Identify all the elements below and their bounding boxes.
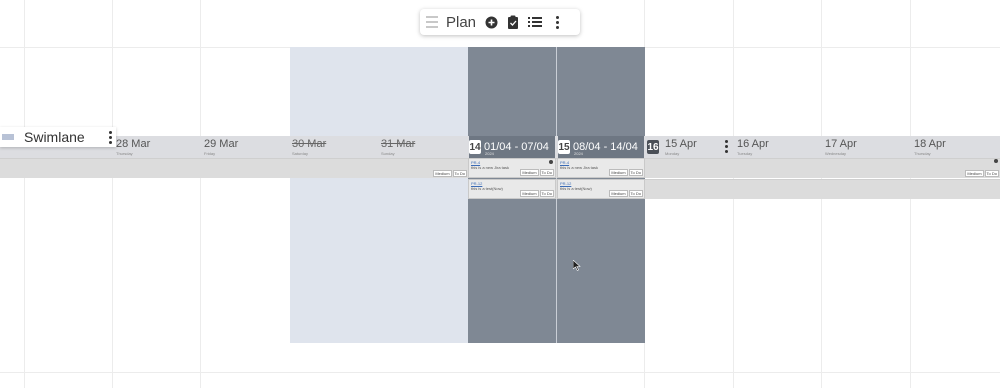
status-badge: To Do <box>539 169 554 176</box>
sprint-year: 2024 <box>485 151 494 156</box>
swimlane-label: Swimlane <box>24 129 85 145</box>
priority-badge: Medium <box>433 170 452 177</box>
task-card[interactable]: Medium To Do <box>380 158 468 178</box>
day-weekday: Saturday <box>292 151 309 156</box>
grid-line <box>112 0 113 388</box>
task-card[interactable]: PR-12 this is a test(Now) Medium To Do <box>557 179 645 199</box>
task-menu-icon[interactable] <box>994 159 998 163</box>
priority-badge: Medium <box>520 169 539 176</box>
plan-toolbar: Plan <box>420 9 580 35</box>
weekend-column <box>290 47 468 343</box>
clipboard-icon[interactable] <box>506 15 520 29</box>
day-date: 17 Apr <box>825 138 857 150</box>
day-header[interactable]: 18 Apr Thursday <box>914 136 1000 158</box>
sprint-header-14[interactable]: 14 01/04 - 07/04 2024 <box>469 136 555 158</box>
sprint-header-15[interactable]: 15 08/04 - 14/04 2024 <box>558 136 644 158</box>
status-badge: To Do <box>539 190 554 197</box>
grid-line <box>200 0 201 388</box>
day-menu-icon[interactable] <box>724 140 728 153</box>
plan-title: Plan <box>446 13 477 31</box>
day-weekday: Friday <box>204 151 216 156</box>
day-header[interactable]: 17 Apr Wednesday <box>825 136 911 158</box>
task-card[interactable]: PR-4 this is a new Jira task Medium To D… <box>468 158 556 178</box>
day-header[interactable]: 29 Mar Friday <box>204 136 290 158</box>
day-date: 31 Mar <box>381 138 416 150</box>
mouse-cursor-icon <box>572 258 581 276</box>
sprint-number: 14 <box>469 140 481 154</box>
day-date: 15 Apr <box>665 138 697 150</box>
status-badge: To Do <box>984 170 999 177</box>
sprint-number: 16 <box>647 140 659 154</box>
swimlane-header[interactable]: Swimlane <box>0 127 116 147</box>
status-badge: To Do <box>628 169 643 176</box>
task-card[interactable]: PR-12 this is a test(Now) Medium To Do <box>468 179 556 199</box>
swimlane-color-icon <box>2 134 14 140</box>
day-weekday: Tuesday <box>737 151 753 156</box>
day-header[interactable]: 30 Mar Saturday <box>292 136 378 158</box>
task-menu-icon[interactable] <box>549 160 553 164</box>
status-badge: To Do <box>628 190 643 197</box>
sprint-header-16[interactable]: 16 <box>647 136 663 158</box>
day-header[interactable]: 16 Apr Tuesday <box>737 136 823 158</box>
day-date: 29 Mar <box>204 138 239 150</box>
more-vertical-icon[interactable] <box>550 15 564 29</box>
day-date: 28 Mar <box>116 138 151 150</box>
day-weekday: Thursday <box>914 151 931 156</box>
priority-badge: Medium <box>520 190 539 197</box>
swimlane-menu-icon[interactable] <box>108 130 112 144</box>
sprint-year: 2024 <box>574 151 583 156</box>
sprint-number: 15 <box>558 140 570 154</box>
day-date: 18 Apr <box>914 138 946 150</box>
drag-handle-icon[interactable] <box>426 16 438 28</box>
task-card[interactable]: Medium To Do <box>910 158 1000 178</box>
add-circle-icon[interactable] <box>484 15 498 29</box>
day-weekday: Monday <box>665 151 680 156</box>
priority-badge: Medium <box>609 190 628 197</box>
day-weekday: Thursday <box>116 151 133 156</box>
day-date: 16 Apr <box>737 138 769 150</box>
day-date: 30 Mar <box>292 138 327 150</box>
grid-line <box>24 0 25 388</box>
day-header[interactable]: 31 Mar Sunday <box>381 136 467 158</box>
day-weekday: Wednesday <box>825 151 847 156</box>
list-icon[interactable] <box>528 15 543 29</box>
priority-badge: Medium <box>609 169 628 176</box>
day-header[interactable]: 28 Mar Thursday <box>116 136 202 158</box>
day-header[interactable]: 15 Apr Monday <box>665 136 725 158</box>
timeline-header: 28 Mar Thursday 29 Mar Friday 30 Mar Sat… <box>0 136 1000 158</box>
day-weekday: Sunday <box>381 151 395 156</box>
priority-badge: Medium <box>965 170 984 177</box>
status-badge: To Do <box>452 170 467 177</box>
task-card[interactable]: PR-4 this is a new Jira task Medium To D… <box>557 158 645 178</box>
grid-line <box>0 372 1000 373</box>
